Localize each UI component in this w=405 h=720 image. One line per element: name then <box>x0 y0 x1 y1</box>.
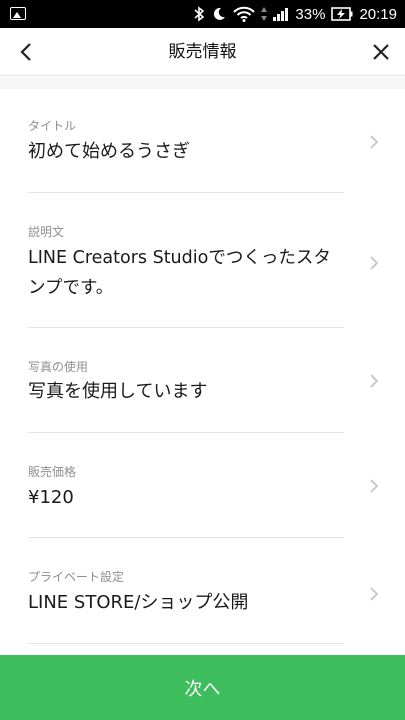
list-item-price[interactable]: 販売価格 ¥120 <box>0 433 405 538</box>
chevron-right-icon <box>370 587 379 601</box>
list-item-description[interactable]: 説明文 LINE Creators Studioでつくったスタ ンプです。 <box>0 193 405 328</box>
item-value: LINE STORE/ショップ公開 <box>28 592 249 613</box>
next-button[interactable]: 次へ <box>0 655 405 720</box>
item-label: プライベート設定 <box>28 570 125 584</box>
status-icons: 33% 20:19 <box>193 0 397 28</box>
chevron-right-icon <box>370 479 379 493</box>
sales-info-list: タイトル 初めて始めるうさぎ 説明文 LINE Creators Studioで… <box>0 89 405 644</box>
item-value-line: ンプです。 <box>28 278 114 298</box>
item-label: 写真の使用 <box>28 360 89 374</box>
list-item-title[interactable]: タイトル 初めて始めるうさぎ <box>0 89 405 193</box>
item-label: 説明文 <box>28 225 65 239</box>
divider <box>28 643 344 644</box>
bluetooth-icon <box>194 6 205 22</box>
clock: 20:19 <box>359 5 397 23</box>
close-button[interactable] <box>363 34 399 70</box>
chevron-right-icon <box>370 374 379 388</box>
app-header: 販売情報 <box>0 28 405 76</box>
close-icon <box>373 44 389 60</box>
item-label: 販売価格 <box>28 465 77 479</box>
moon-icon <box>214 7 226 20</box>
chevron-right-icon <box>370 135 379 149</box>
status-bar: 33% 20:19 <box>0 0 405 28</box>
battery-charging-icon <box>331 7 353 21</box>
battery-percent: 33% <box>295 5 326 23</box>
page-title: 販売情報 <box>168 42 237 62</box>
item-value: LINE Creators Studioでつくったスタ ンプです。 <box>28 243 348 303</box>
list-item-private-setting[interactable]: プライベート設定 LINE STORE/ショップ公開 <box>0 538 405 644</box>
chevron-right-icon <box>370 256 379 270</box>
item-label: タイトル <box>28 119 77 133</box>
wifi-icon <box>233 6 256 22</box>
image-notification-icon <box>10 7 26 20</box>
item-value: 写真を使用しています <box>28 381 208 402</box>
item-value: ¥120 <box>28 487 74 508</box>
item-value: 初めて始めるうさぎ <box>28 141 190 162</box>
list-item-photo-usage[interactable]: 写真の使用 写真を使用しています <box>0 328 405 433</box>
data-arrows-icon <box>261 7 268 21</box>
signal-icon <box>273 8 289 21</box>
section-gap <box>0 77 405 89</box>
item-value-line: LINE Creators Studioでつくったスタ <box>28 248 331 268</box>
